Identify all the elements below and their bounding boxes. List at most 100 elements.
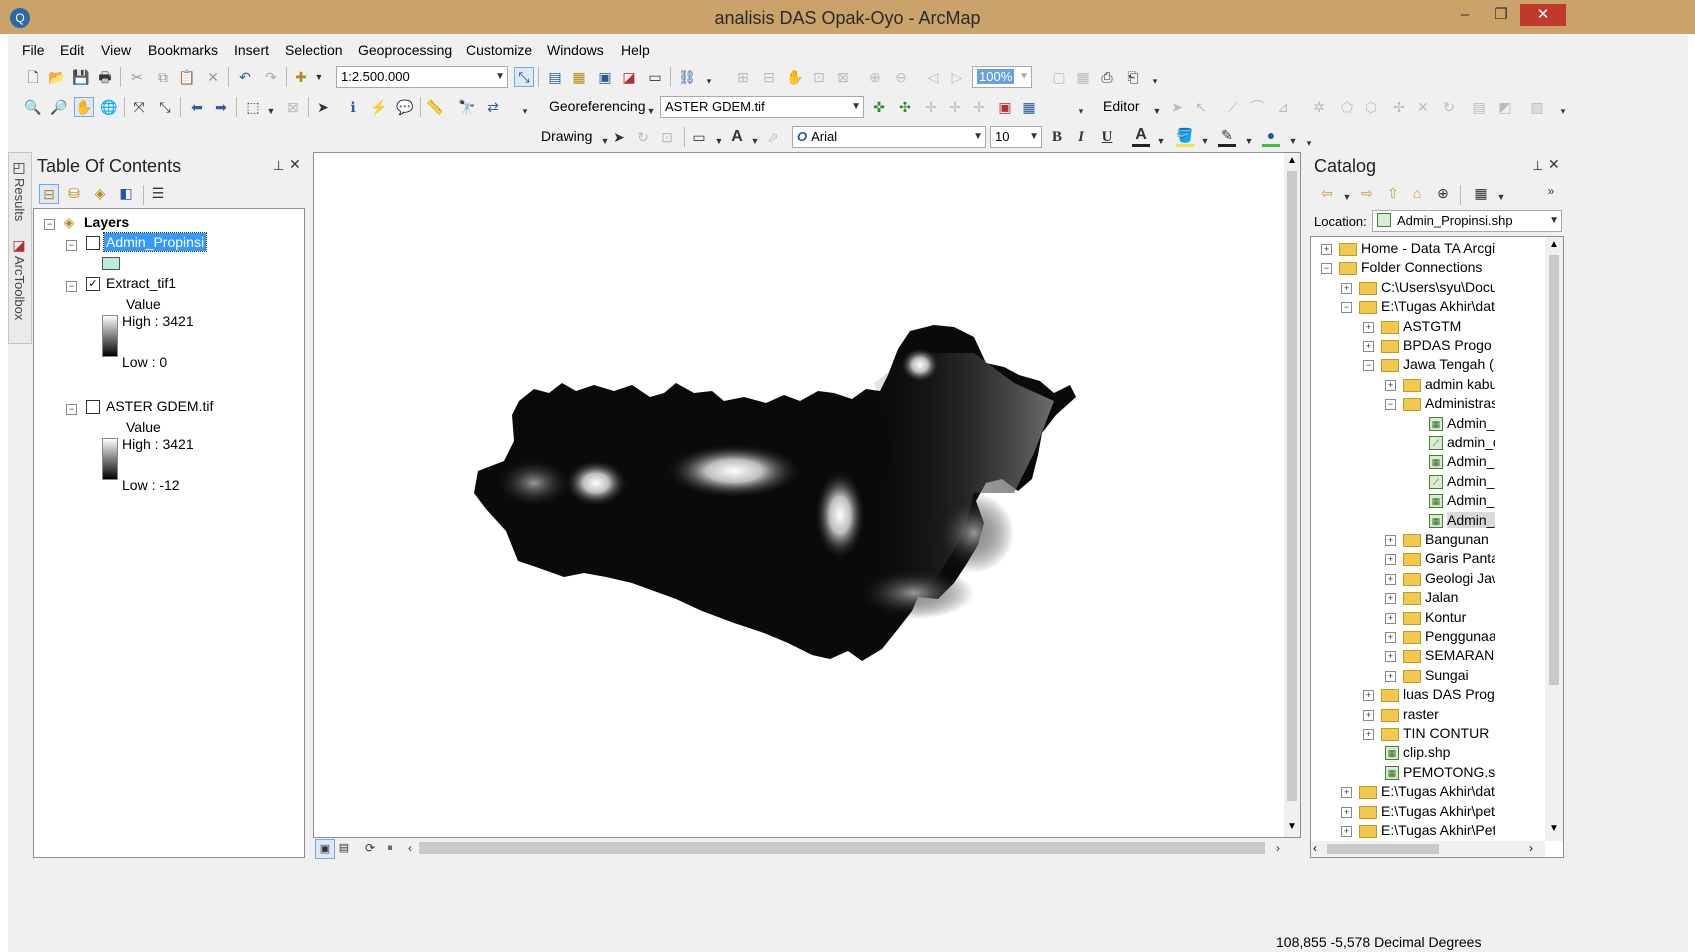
- expand-icon[interactable]: +: [1385, 554, 1396, 566]
- scroll-down-icon[interactable]: ▼: [1549, 823, 1559, 834]
- expand-icon[interactable]: +: [1341, 282, 1352, 294]
- collapse-layers-icon[interactable]: −: [44, 219, 55, 230]
- full-extent-icon[interactable]: 🌐: [100, 98, 118, 116]
- italic-button[interactable]: I: [1072, 128, 1090, 146]
- layer-visibility-checkbox[interactable]: ✓: [86, 277, 100, 291]
- font-size-combo[interactable]: 10 ▼: [990, 126, 1042, 148]
- collapse-icon[interactable]: −: [1363, 360, 1374, 372]
- arctoolbox-tab[interactable]: ArcToolbox: [12, 256, 27, 320]
- restore-button[interactable]: ❐: [1484, 4, 1518, 26]
- georeferencing-menu[interactable]: Georeferencing: [549, 98, 646, 114]
- arctoolbox-icon[interactable]: ◪: [620, 68, 638, 86]
- edit-vertices-icon[interactable]: ⬀: [764, 128, 782, 146]
- expand-icon[interactable]: +: [1363, 709, 1374, 721]
- scroll-thumb[interactable]: [1549, 255, 1559, 685]
- identify-icon[interactable]: ℹ: [344, 98, 362, 116]
- layout-view-icon[interactable]: ▤: [335, 839, 353, 857]
- layer-name[interactable]: Extract_tif1: [106, 275, 176, 291]
- delete-link-icon[interactable]: ✛: [970, 98, 988, 116]
- create-features-icon[interactable]: ▨: [1528, 98, 1546, 116]
- expand-icon[interactable]: +: [1385, 593, 1396, 605]
- scroll-down-icon[interactable]: ▼: [1287, 821, 1297, 832]
- catalog-item[interactable]: PenggunaanLahan: [1425, 628, 1495, 644]
- scroll-right-icon[interactable]: ›: [1269, 839, 1287, 857]
- marker-color-icon[interactable]: ●: [1262, 126, 1280, 147]
- toolbar-options-icon[interactable]: ▾: [1072, 102, 1090, 120]
- catalog-item[interactable]: Jawa Tengah (Pak Sury: [1403, 356, 1495, 372]
- search-window-icon[interactable]: ▣: [596, 68, 614, 86]
- layers-root-label[interactable]: Layers: [84, 214, 129, 230]
- menu-bookmarks[interactable]: Bookmarks: [148, 42, 218, 58]
- line-color-icon[interactable]: ✎: [1218, 126, 1236, 147]
- location-combo[interactable]: Admin_Propinsi.shp ▼: [1372, 210, 1562, 232]
- scroll-left-icon[interactable]: ‹: [401, 839, 419, 857]
- layout-forward-icon[interactable]: ▷: [948, 68, 966, 86]
- close-icon[interactable]: ✕: [289, 156, 301, 173]
- toc-options-icon[interactable]: ☰: [149, 184, 167, 202]
- cut-polygons-icon[interactable]: ✢: [1390, 98, 1408, 116]
- catalog-item[interactable]: E:\Tugas Akhir\data TA Ar: [1381, 783, 1495, 799]
- catalog-item[interactable]: PEMOTONG.shp: [1403, 764, 1495, 780]
- close-icon[interactable]: ✕: [1548, 156, 1560, 173]
- focus-data-frame-icon[interactable]: ▦: [1074, 68, 1092, 86]
- layer-name[interactable]: Admin_Propinsi: [102, 232, 208, 252]
- rotate-element-icon[interactable]: ↻: [634, 128, 652, 146]
- chevron-down-icon[interactable]: ▼: [1019, 67, 1029, 87]
- catalog-item[interactable]: C:\Users\syu\Documents\: [1381, 279, 1495, 295]
- text-dropdown-icon[interactable]: ▼: [746, 132, 764, 150]
- select-dropdown-icon[interactable]: ▼: [262, 102, 280, 120]
- pin-icon[interactable]: ⊥: [1532, 158, 1543, 174]
- list-by-selection-icon[interactable]: ◧: [117, 184, 135, 202]
- rotate-icon[interactable]: ↻: [1440, 98, 1458, 116]
- catalog-item[interactable]: TIN CONTUR: [1403, 725, 1495, 741]
- catalog-item[interactable]: Jalan: [1425, 589, 1495, 605]
- catalog-item[interactable]: Administrasi: [1425, 395, 1495, 411]
- catalog-item[interactable]: Kontur: [1425, 609, 1495, 625]
- catalog-item[interactable]: Folder Connections: [1361, 259, 1495, 275]
- map-vertical-scrollbar[interactable]: ▲ ▼: [1284, 153, 1300, 837]
- menu-edit[interactable]: Edit: [60, 42, 84, 58]
- expand-icon[interactable]: +: [1321, 244, 1332, 255]
- catalog-horizontal-scrollbar[interactable]: ‹ ›: [1311, 841, 1545, 857]
- go-back-icon[interactable]: ⬅: [188, 98, 206, 116]
- expand-icon[interactable]: +: [1385, 651, 1396, 663]
- add-data-dropdown-icon[interactable]: ▼: [310, 68, 328, 86]
- catalog-item[interactable]: Geologi Jawa shp: [1425, 570, 1495, 586]
- raster-ramp-symbol[interactable]: [102, 315, 118, 357]
- up-one-level-icon[interactable]: ⇧: [1384, 184, 1402, 202]
- pause-drawing-icon[interactable]: ⏸: [381, 839, 399, 857]
- straight-segment-icon[interactable]: ⟋: [1224, 98, 1242, 116]
- zoom-out-icon[interactable]: 🔎: [50, 98, 68, 116]
- collapse-icon[interactable]: −: [1321, 263, 1332, 275]
- toolbar-options-icon[interactable]: ▾: [1146, 72, 1164, 90]
- html-popup-icon[interactable]: 💬: [396, 98, 414, 116]
- catalog-item[interactable]: Admin_Kabupa: [1447, 453, 1495, 469]
- catalog-item[interactable]: admin_desa_lin: [1447, 434, 1495, 450]
- results-tab[interactable]: Results: [12, 178, 27, 221]
- minimize-button[interactable]: –: [1448, 4, 1482, 26]
- layer-name[interactable]: ASTER GDEM.tif: [106, 398, 213, 414]
- expand-icon[interactable]: +: [1385, 379, 1396, 391]
- drawing-menu[interactable]: Drawing: [541, 128, 592, 144]
- catalog-item[interactable]: Admin_Kec_line: [1447, 473, 1495, 489]
- catalog-item[interactable]: Admin_Propins: [1447, 511, 1495, 528]
- catalog-item[interactable]: Bangunan: [1425, 531, 1495, 547]
- pan-layout-icon[interactable]: ✋: [786, 68, 804, 86]
- link-table-icon[interactable]: ▦: [1020, 98, 1038, 116]
- layer-visibility-checkbox[interactable]: [86, 236, 100, 250]
- catalog-item[interactable]: Home - Data TA Arcgis\Projec: [1361, 240, 1495, 256]
- find-icon[interactable]: 🔭: [458, 98, 476, 116]
- collapse-layer-icon[interactable]: −: [66, 404, 77, 415]
- edit-tool-icon[interactable]: ➤: [1168, 98, 1186, 116]
- bold-button[interactable]: B: [1048, 128, 1066, 146]
- scroll-thumb[interactable]: [1327, 844, 1439, 854]
- polygon-symbol[interactable]: [102, 257, 120, 270]
- split-icon[interactable]: ✕: [1414, 98, 1432, 116]
- menu-geoprocessing[interactable]: Geoprocessing: [358, 42, 452, 58]
- redo-icon[interactable]: ↷: [262, 68, 280, 86]
- layout-zoom-combo[interactable]: 100% ▼: [972, 66, 1032, 88]
- catalog-item[interactable]: Admin_Kecama: [1447, 492, 1495, 508]
- map-view[interactable]: ▲ ▼: [313, 152, 1301, 838]
- collapse-icon[interactable]: −: [1341, 302, 1352, 314]
- catalog-item[interactable]: SEMARANG: [1425, 647, 1495, 663]
